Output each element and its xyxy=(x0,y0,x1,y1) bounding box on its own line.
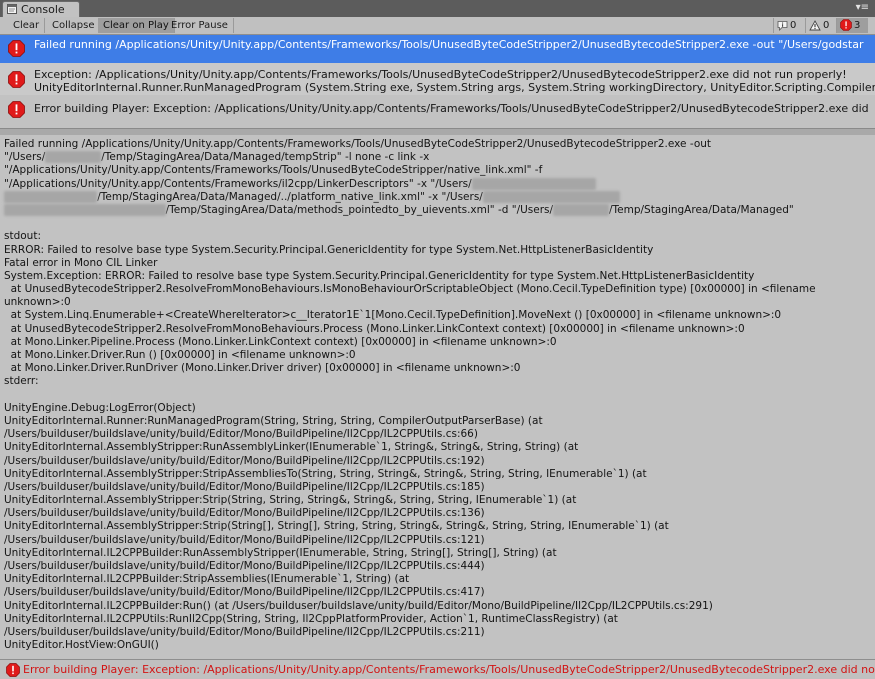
redacted-text: xxxxxxxxx xyxy=(553,203,609,216)
info-count: 0 xyxy=(790,20,797,31)
detail-line: at UnusedBytecodeStripper2.ResolveFromMo… xyxy=(4,283,816,296)
detail-line: /Users/builduser/buildslave/unity/build/… xyxy=(4,560,485,572)
detail-line: at Mono.Linker.Driver.Run () [0x00000] i… xyxy=(4,349,356,361)
info-icon xyxy=(777,21,788,31)
detail-line: UnityEditorInternal.IL2CPPBuilder:Run() … xyxy=(4,599,713,612)
error-icon xyxy=(840,19,852,31)
error-filter-toggle[interactable]: 3 xyxy=(836,18,868,33)
detail-line: UnityEditorInternal.AssemblyStripper:Str… xyxy=(4,467,647,480)
console-window: Console ▾≡ Clear Collapse Clear on Play … xyxy=(0,0,875,679)
log-entry[interactable]: Failed running /Applications/Unity/Unity… xyxy=(0,35,875,63)
detail-line: UnityEditorInternal.AssemblyStripper:Run… xyxy=(4,441,579,454)
tab-console[interactable]: Console xyxy=(2,1,80,17)
status-bar[interactable]: Error building Player: Exception: /Appli… xyxy=(0,659,875,679)
tab-bar: Console ▾≡ xyxy=(0,0,875,18)
log-detail-panel[interactable]: Failed running /Applications/Unity/Unity… xyxy=(0,135,875,659)
detail-line: UnityEditorInternal.AssemblyStripper:Str… xyxy=(4,494,577,507)
detail-line: unknown>:0 xyxy=(4,296,71,309)
detail-line: /Users/builduser/buildslave/unity/build/… xyxy=(4,533,485,546)
log-detail-text: Failed running /Applications/Unity/Unity… xyxy=(4,138,874,652)
error-icon xyxy=(8,40,25,57)
redacted-text: xxxxxxxxxxxxxxxxxxxx xyxy=(471,177,596,190)
detail-line: UnityEditor.HostView:OnGUI() xyxy=(4,639,159,652)
log-list: Failed running /Applications/Unity/Unity… xyxy=(0,35,875,125)
detail-line: /Users/builduser/buildslave/unity/build/… xyxy=(4,428,478,441)
warning-filter-toggle[interactable]: 0 xyxy=(805,18,836,33)
redacted-text: xxxxxxxxxxxxxxx xyxy=(4,190,98,203)
error-count: 3 xyxy=(854,20,861,31)
detail-line: /Users/builduser/buildslave/unity/build/… xyxy=(4,507,485,520)
warning-icon xyxy=(809,20,821,31)
detail-line: stderr: xyxy=(4,375,39,388)
tab-console-label: Console xyxy=(21,3,65,16)
redacted-text: xxxxxxxxxxxxxxxxxxxxxx xyxy=(482,190,620,203)
detail-line xyxy=(4,389,874,402)
detail-line: /Users/builduser/buildslave/unity/build/… xyxy=(4,480,485,493)
log-entry-stack-line: UnityEditorInternal.Runner.RunManagedPro… xyxy=(34,81,875,94)
console-icon xyxy=(7,4,17,14)
detail-line: xxxxxxxxxxxxxxxxxxxxxxxxxx/Temp/StagingA… xyxy=(4,203,874,217)
error-icon xyxy=(8,71,25,88)
log-entry[interactable]: Exception: /Applications/Unity/Unity.app… xyxy=(0,63,875,95)
log-entry-message: Error building Player: Exception: /Appli… xyxy=(34,102,869,115)
warning-count: 0 xyxy=(823,20,830,31)
status-message: Error building Player: Exception: /Appli… xyxy=(23,663,875,676)
window-menu-icon[interactable]: ▾≡ xyxy=(856,3,869,13)
detail-line: UnityEditorInternal.Runner:RunManagedPro… xyxy=(4,414,543,427)
detail-line: at Mono.Linker.Pipeline.Process (Mono.Li… xyxy=(4,335,557,348)
detail-line: "/Users/xxxxxxxxx/Temp/StagingArea/Data/… xyxy=(4,151,430,164)
clear-button[interactable]: Clear xyxy=(8,18,46,33)
detail-line xyxy=(4,217,874,230)
detail-line: Failed running /Applications/Unity/Unity… xyxy=(4,138,712,150)
detail-line: System.Exception: ERROR: Failed to resol… xyxy=(4,269,755,282)
log-entry-message: Exception: /Applications/Unity/Unity.app… xyxy=(34,68,847,81)
detail-line: stdout: xyxy=(4,230,41,243)
info-filter-toggle[interactable]: 0 xyxy=(773,18,805,33)
detail-line: Fatal error in Mono CIL Linker xyxy=(4,256,158,269)
detail-line: /Users/builduser/buildslave/unity/build/… xyxy=(4,586,485,599)
log-entry[interactable]: Error building Player: Exception: /Appli… xyxy=(0,95,875,123)
error-icon xyxy=(8,101,25,118)
detail-line: at System.Linq.Enumerable+<CreateWhereIt… xyxy=(4,309,782,322)
detail-line: at Mono.Linker.Driver.RunDriver (Mono.Li… xyxy=(4,362,521,375)
detail-line: at UnusedBytecodeStripper2.ResolveFromMo… xyxy=(4,322,745,335)
detail-line: xxxxxxxxxxxxxxx/Temp/StagingArea/Data/Ma… xyxy=(4,190,874,204)
detail-line: ERROR: Failed to resolve base type Syste… xyxy=(4,243,654,256)
detail-line: /Users/builduser/buildslave/unity/build/… xyxy=(4,454,485,467)
log-entry-message: Failed running /Applications/Unity/Unity… xyxy=(34,38,864,51)
collapse-button[interactable]: Collapse xyxy=(47,18,101,33)
clear-on-play-toggle[interactable]: Clear on Play xyxy=(98,18,175,33)
detail-line: UnityEngine.Debug:LogError(Object) xyxy=(4,401,196,414)
error-pause-toggle[interactable]: Error Pause xyxy=(166,18,234,33)
detail-line: /Users/builduser/buildslave/unity/build/… xyxy=(4,625,485,638)
detail-line: "/Applications/Unity/Unity.app/Contents/… xyxy=(4,164,543,177)
detail-line: UnityEditorInternal.IL2CPPBuilder:RunAss… xyxy=(4,546,557,559)
error-icon xyxy=(6,663,20,677)
detail-line: UnityEditorInternal.IL2CPPBuilder:StripA… xyxy=(4,573,410,586)
console-toolbar: Clear Collapse Clear on Play Error Pause… xyxy=(0,17,875,35)
detail-line: UnityEditorInternal.IL2CPPUtils:RunIl2Cp… xyxy=(4,612,618,625)
detail-line: "/Applications/Unity/Unity.app/Contents/… xyxy=(4,177,874,191)
detail-line: UnityEditorInternal.AssemblyStripper:Str… xyxy=(4,520,669,533)
redacted-text: xxxxxxxxxxxxxxxxxxxxxxxxxx xyxy=(4,203,166,216)
redacted-text: xxxxxxxxx xyxy=(45,151,102,164)
